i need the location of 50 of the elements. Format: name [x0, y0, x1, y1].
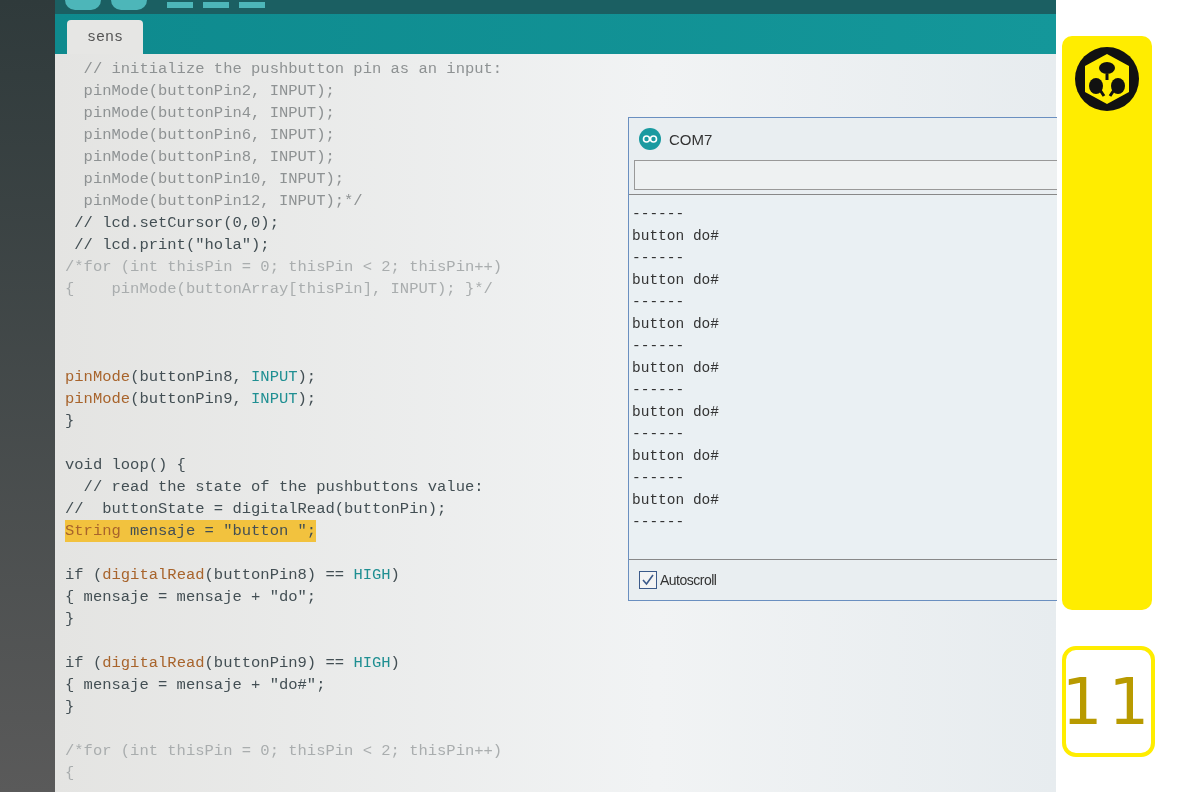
output-line: ------: [632, 381, 685, 400]
code-line: // read the state of the pushbuttons value:: [82, 477, 484, 498]
code-line: pinMode(buttonPin2, INPUT);: [82, 81, 335, 102]
output-line: button do#: [632, 315, 719, 334]
code-line: pinMode(buttonPin8, INPUT);: [65, 367, 317, 388]
output-line: button do#: [632, 491, 719, 510]
upload-button[interactable]: [111, 0, 147, 10]
code-line: if (digitalRead(buttonPin8) == HIGH): [65, 565, 400, 586]
code-line: }: [65, 609, 75, 630]
output-line: ------: [632, 293, 685, 312]
code-line: pinMode(buttonPin12, INPUT);*/: [82, 191, 363, 212]
code-line: }: [65, 697, 75, 718]
code-line: { pinMode(buttonArray[thisPin], INPUT); }*/: [65, 279, 493, 300]
autoscroll-checkbox[interactable]: [639, 571, 657, 589]
code-line: /*for (int thisPin = 0; thisPin < 2; thisPin++): [65, 741, 503, 762]
output-line: ------: [632, 249, 685, 268]
output-line: ------: [632, 205, 685, 224]
code-line: void loop() {: [65, 455, 186, 476]
code-line: { mensaje = mensaje + "do#";: [65, 675, 326, 696]
file-tab[interactable]: sens: [67, 20, 143, 54]
output-line: ------: [632, 425, 685, 444]
logo-icon: [1074, 46, 1140, 112]
code-line: /*for (int thisPin = 0; thisPin < 2; thisPin++): [65, 257, 503, 278]
code-line: // buttonState = digitalRead(buttonPin);: [65, 499, 447, 520]
output-line: button do#: [632, 359, 719, 378]
code-line: pinMode(buttonPin4, INPUT);: [82, 103, 335, 124]
code-line: pinMode(buttonPin9, INPUT);: [65, 389, 317, 410]
code-line: if (digitalRead(buttonPin9) == HIGH): [65, 653, 400, 674]
code-line: // lcd.setCursor(0,0);: [73, 213, 279, 234]
verify-button[interactable]: [65, 0, 101, 10]
checkbox-label: Autoscroll: [660, 572, 717, 588]
output-line: button do#: [632, 403, 719, 422]
code-line: // initialize the pushbutton pin as an input:: [82, 59, 503, 80]
output-line: ------: [632, 469, 685, 488]
infinity-logo-icon: [639, 128, 661, 150]
output-line: button do#: [632, 227, 719, 246]
output-line: button do#: [632, 447, 719, 466]
code-line: // lcd.print("hola");: [73, 235, 270, 256]
output-line: ------: [632, 337, 685, 356]
code-line: pinMode(buttonPin6, INPUT);: [82, 125, 335, 146]
code-line: pinMode(buttonPin8, INPUT);: [82, 147, 335, 168]
window-title: COM7: [669, 130, 713, 148]
output-line: ------: [632, 513, 685, 532]
code-line: }: [65, 411, 75, 432]
code-line: pinMode(buttonPin10, INPUT);: [82, 169, 345, 190]
code-line: {: [65, 763, 75, 784]
send-field[interactable]: [634, 160, 1057, 190]
code-line: { mensaje = mensaje + "do";: [65, 587, 317, 608]
output-line: button do#: [632, 271, 719, 290]
page-number: 11: [1062, 646, 1155, 757]
